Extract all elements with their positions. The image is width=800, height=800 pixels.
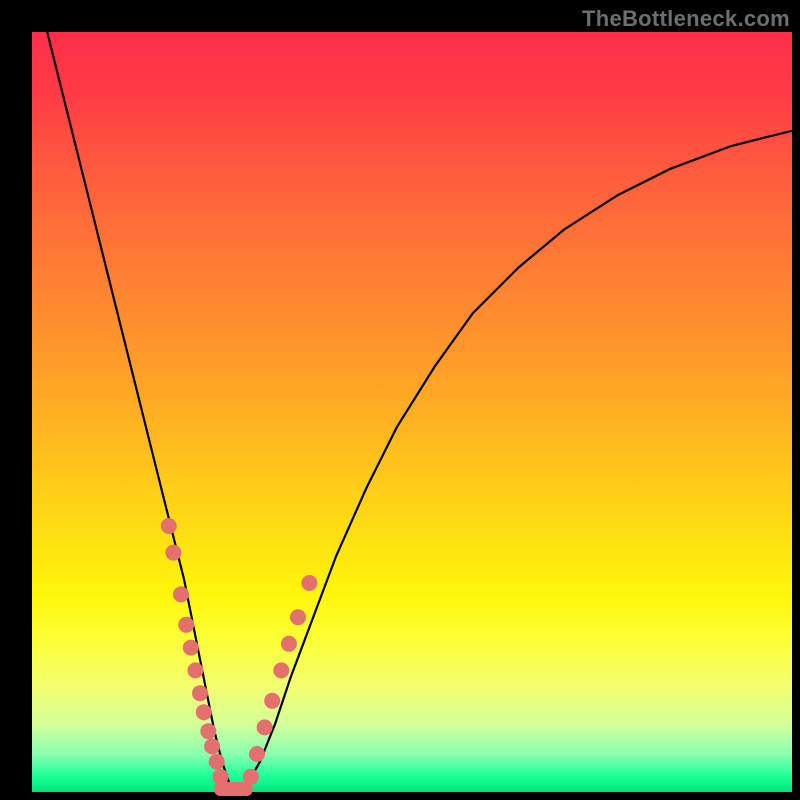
marker-dot <box>187 662 203 678</box>
marker-dot <box>192 685 208 701</box>
marker-dot <box>200 723 216 739</box>
marker-dot <box>196 704 212 720</box>
chart-svg <box>32 32 792 792</box>
marker-dot <box>290 609 306 625</box>
marker-dot <box>273 662 289 678</box>
watermark-text: TheBottleneck.com <box>582 6 790 32</box>
marker-dot <box>161 518 177 534</box>
marker-dot <box>301 575 317 591</box>
marker-dot <box>264 693 280 709</box>
marker-dot <box>178 617 194 633</box>
marker-dot <box>173 586 189 602</box>
bottleneck-curve <box>47 32 792 792</box>
marker-dot <box>281 636 297 652</box>
marker-dot <box>204 738 220 754</box>
markers-right-group <box>243 575 318 785</box>
marker-dot <box>249 746 265 762</box>
chart-frame: TheBottleneck.com <box>0 0 800 800</box>
plot-area <box>32 32 792 792</box>
valley-pill <box>214 782 252 796</box>
markers-left-group <box>161 518 229 785</box>
marker-dot <box>165 545 181 561</box>
marker-dot <box>257 719 273 735</box>
marker-dot <box>183 640 199 656</box>
marker-dot <box>209 754 225 770</box>
